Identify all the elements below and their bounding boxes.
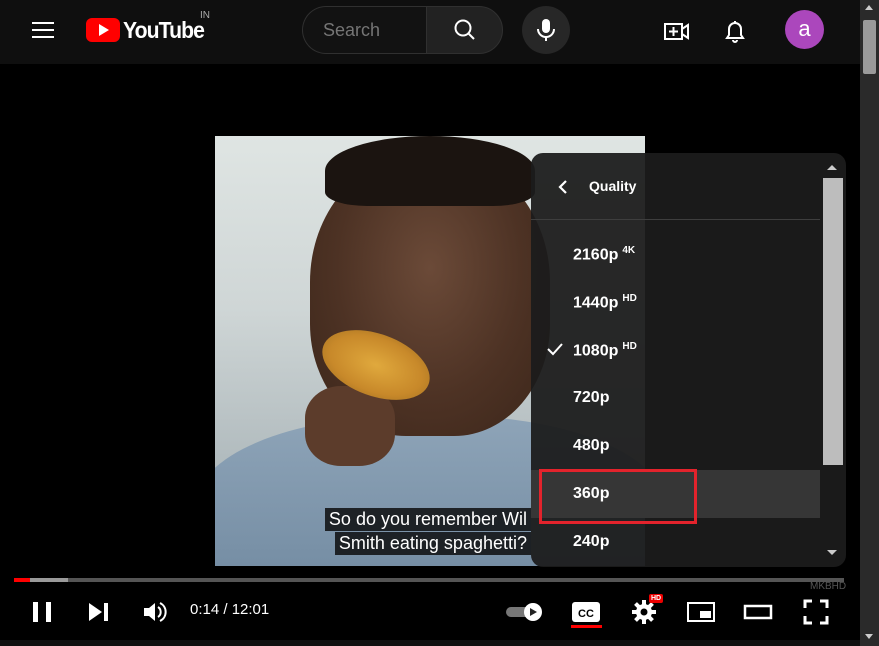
fullscreen-button[interactable]: [798, 594, 834, 630]
svg-text:CC: CC: [578, 608, 594, 620]
fullscreen-icon: [803, 599, 829, 625]
theater-mode-icon: [743, 604, 773, 620]
pause-icon: [33, 602, 51, 622]
hd-badge: HD: [649, 594, 664, 603]
quality-option-480p[interactable]: 480p: [531, 422, 820, 470]
quality-option-360p[interactable]: 360p: [531, 470, 820, 518]
quality-menu-header[interactable]: Quality: [531, 153, 820, 220]
chevron-left-icon[interactable]: [555, 179, 571, 195]
country-code: IN: [200, 10, 210, 21]
scroll-down-icon[interactable]: [827, 550, 837, 555]
menu-icon[interactable]: [24, 16, 64, 46]
video-hair: [325, 136, 535, 206]
masthead: YouTube IN a: [0, 0, 860, 64]
youtube-play-icon: [86, 18, 120, 42]
quality-menu-scrollbar[interactable]: [821, 165, 843, 555]
watermark: MKBHD: [810, 581, 847, 592]
quality-option-1080p[interactable]: 1080p HD: [531, 326, 820, 374]
scrollbar-thumb[interactable]: [863, 20, 876, 74]
quality-option-240p[interactable]: 240p: [531, 518, 820, 566]
youtube-logo[interactable]: YouTube IN: [86, 10, 211, 46]
pause-button[interactable]: [24, 594, 60, 630]
avatar[interactable]: a: [785, 10, 824, 49]
time-display: 0:14 / 12:01: [190, 601, 270, 618]
quality-label: 480p: [573, 437, 610, 454]
checkmark-icon: [547, 343, 563, 356]
autoplay-toggle-icon: [506, 603, 542, 621]
create-button[interactable]: [657, 12, 697, 52]
next-button[interactable]: [80, 594, 116, 630]
volume-button[interactable]: [136, 594, 172, 630]
quality-label: 240p: [573, 533, 610, 550]
search-icon: [454, 19, 475, 40]
quality-menu: Quality 2160p 4K 1440p HD 1080p HD 720p 480…: [531, 153, 846, 567]
captions-active-indicator: [571, 625, 602, 628]
search-input[interactable]: [302, 6, 428, 54]
quality-label: 360p: [573, 485, 610, 502]
microphone-icon: [537, 19, 555, 41]
logo-text: YouTube: [123, 16, 205, 43]
quality-label: 2160p 4K: [573, 245, 636, 264]
bell-icon: [725, 21, 745, 43]
quality-option-1440p[interactable]: 1440p HD: [531, 278, 820, 326]
page-scrollbar[interactable]: [860, 0, 879, 646]
played-bar: [14, 578, 30, 582]
quality-menu-title: Quality: [589, 178, 637, 194]
autoplay-toggle[interactable]: [503, 594, 547, 630]
miniplayer-button[interactable]: [683, 594, 719, 630]
volume-icon: [144, 602, 167, 622]
video-player[interactable]: So do you remember Wil Smith eating spag…: [0, 64, 860, 640]
skip-next-icon: [89, 603, 108, 621]
captions: So do you remember Wil Smith eating spag…: [324, 508, 531, 556]
progress-bar[interactable]: [14, 578, 844, 582]
caption-line-2: Smith eating spaghetti?: [334, 532, 531, 555]
quality-option-2160p[interactable]: 2160p 4K: [531, 230, 820, 278]
quality-label: 720p: [573, 389, 610, 406]
notifications-button[interactable]: [715, 12, 755, 52]
create-video-icon: [664, 23, 689, 40]
quality-menu-scroll-thumb[interactable]: [823, 178, 843, 465]
theater-mode-button[interactable]: [740, 594, 776, 630]
quality-label: 1440p HD: [573, 293, 637, 312]
miniplayer-icon: [687, 602, 715, 622]
scroll-up-icon[interactable]: [865, 5, 873, 10]
quality-option-720p[interactable]: 720p: [531, 374, 820, 422]
caption-line-1: So do you remember Wil: [324, 508, 531, 531]
quality-label: 1080p HD: [573, 341, 637, 360]
scroll-up-icon[interactable]: [827, 165, 837, 170]
voice-search-button[interactable]: [522, 6, 570, 54]
search-button[interactable]: [426, 6, 503, 54]
scroll-down-icon[interactable]: [865, 634, 873, 639]
